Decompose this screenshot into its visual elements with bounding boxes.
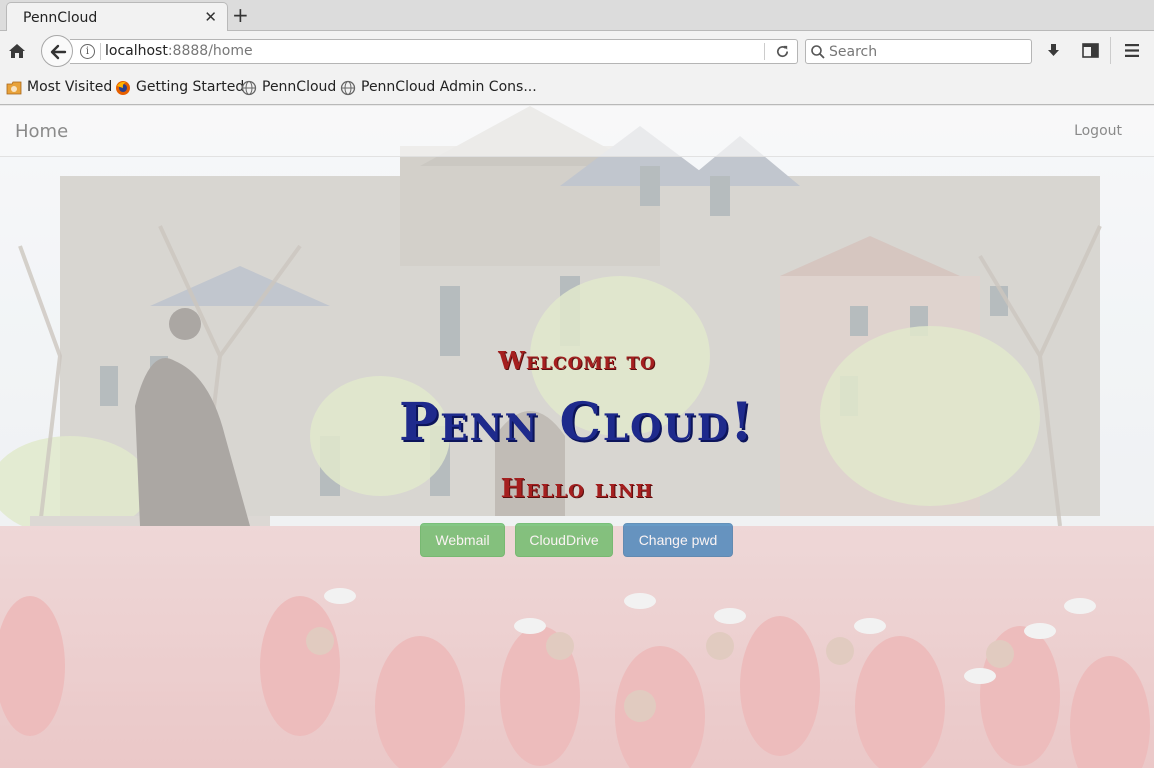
logout-link[interactable]: Logout: [1074, 123, 1122, 139]
download-icon[interactable]: [1045, 42, 1062, 59]
bookmark-label: PennCloud: [262, 79, 337, 95]
url-host: localhost: [105, 43, 168, 59]
firefox-icon: [116, 81, 130, 95]
back-arrow-icon: [50, 44, 67, 60]
greeting-heading: Hello linh: [500, 474, 654, 504]
navigation-toolbar: i localhost:8888/home: [0, 31, 1154, 70]
bookmark-label: Most Visited: [27, 79, 113, 95]
tab-title: PennCloud: [23, 10, 98, 26]
back-button[interactable]: [41, 35, 73, 67]
globe-icon: [241, 80, 257, 96]
url-divider: [100, 43, 101, 60]
page-title: Penn Cloud!: [399, 392, 755, 453]
sidebar-icon[interactable]: [1082, 42, 1099, 59]
browser-tab[interactable]: PennCloud ✕: [6, 2, 228, 32]
folder-icon: [6, 81, 22, 95]
webmail-button[interactable]: Webmail: [420, 523, 505, 557]
home-icon[interactable]: [8, 42, 26, 60]
search-bar[interactable]: [805, 39, 1032, 64]
url-text[interactable]: localhost:8888/home: [105, 43, 253, 59]
globe-icon: [340, 80, 356, 96]
clouddrive-button[interactable]: CloudDrive: [515, 523, 613, 557]
url-bar[interactable]: i localhost:8888/home: [70, 39, 798, 64]
close-tab-icon[interactable]: ✕: [204, 8, 217, 26]
app-navbar: Home Logout: [0, 106, 1154, 157]
info-icon[interactable]: i: [80, 44, 95, 59]
url-path: :8888/home: [167, 43, 253, 59]
search-icon: [811, 45, 825, 59]
home-link[interactable]: Home: [15, 121, 68, 142]
url-divider-right: [764, 43, 765, 60]
page-viewport: Home Logout Welcome to Penn Cloud! Hello…: [0, 106, 1154, 768]
bookmark-label: Getting Started: [136, 79, 245, 95]
bookmarks-toolbar: Most Visited Getting Started PennCloud P…: [0, 70, 1154, 105]
bookmark-label: PennCloud Admin Cons...: [361, 79, 537, 95]
welcome-heading: Welcome to: [498, 346, 656, 375]
toolbar-divider: [1110, 37, 1111, 64]
search-input[interactable]: [829, 41, 1029, 62]
new-tab-icon[interactable]: +: [232, 3, 249, 27]
tab-strip: PennCloud ✕ +: [0, 0, 1154, 32]
change-password-button[interactable]: Change pwd: [623, 523, 733, 557]
menu-icon[interactable]: [1124, 43, 1140, 58]
reload-icon[interactable]: [775, 44, 790, 59]
